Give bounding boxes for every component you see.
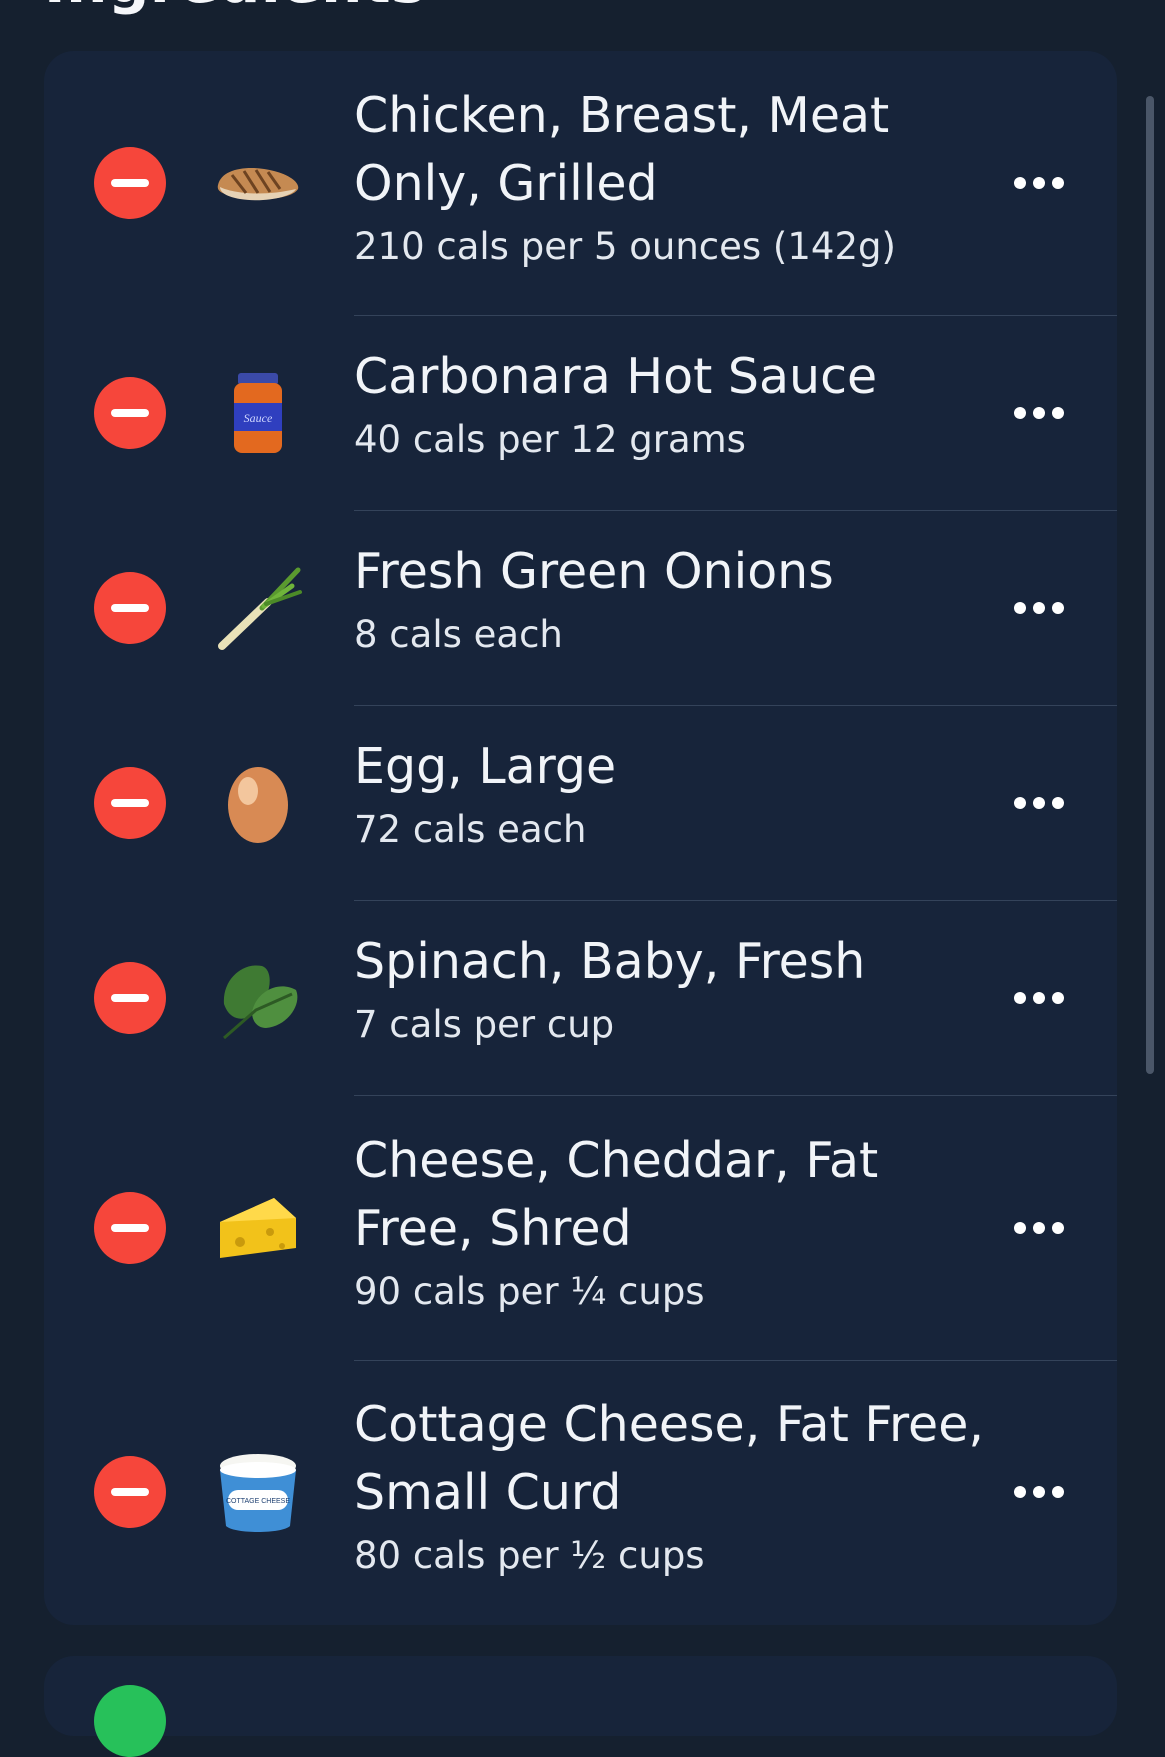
green-onion-icon: [212, 562, 304, 654]
ingredient-name: Carbonara Hot Sauce: [354, 348, 878, 405]
dot-icon: [1052, 177, 1064, 189]
dot-icon: [1014, 1486, 1026, 1498]
dot-icon: [1052, 1486, 1064, 1498]
dot-icon: [1014, 602, 1026, 614]
dot-icon: [1052, 407, 1064, 419]
remove-ingredient-button[interactable]: [94, 572, 166, 644]
ingredient-name: Cottage Cheese, Fat Free,: [354, 1396, 984, 1453]
dot-icon: [1014, 1222, 1026, 1234]
ingredient-row[interactable]: Sauce Carbonara Hot Sauce 40 cals per 12…: [44, 316, 1117, 511]
dot-icon: [1052, 797, 1064, 809]
dot-icon: [1014, 992, 1026, 1004]
dot-icon: [1052, 1222, 1064, 1234]
add-ingredient-card[interactable]: [44, 1656, 1117, 1757]
ingredient-calories: 7 cals per cup: [354, 1003, 615, 1046]
ingredient-calories: 40 cals per 12 grams: [354, 418, 746, 461]
dot-icon: [1033, 407, 1045, 419]
remove-ingredient-button[interactable]: [94, 767, 166, 839]
ingredient-name: Free, Shred: [354, 1200, 632, 1257]
scrollbar[interactable]: [1146, 96, 1154, 1074]
section-title: Ingredients: [44, 0, 426, 16]
grilled-chicken-icon: [212, 137, 304, 229]
ingredient-calories: 72 cals each: [354, 808, 587, 851]
more-options-button[interactable]: [1014, 985, 1064, 1011]
dot-icon: [1033, 177, 1045, 189]
ingredient-name: Only, Grilled: [354, 155, 658, 212]
dot-icon: [1014, 797, 1026, 809]
add-icon[interactable]: [94, 1685, 166, 1757]
cottage-cheese-tub-icon: COTTAGE CHEESE: [212, 1446, 304, 1538]
remove-ingredient-button[interactable]: [94, 1192, 166, 1264]
ingredient-row[interactable]: COTTAGE CHEESE Cottage Cheese, Fat Free,…: [44, 1361, 1117, 1625]
dot-icon: [1033, 797, 1045, 809]
ingredient-name: Egg, Large: [354, 738, 617, 795]
more-options-button[interactable]: [1014, 1215, 1064, 1241]
ingredient-calories: 90 cals per ¼ cups: [354, 1270, 705, 1313]
cheese-wedge-icon: [212, 1182, 304, 1274]
dot-icon: [1033, 1222, 1045, 1234]
dot-icon: [1052, 602, 1064, 614]
spinach-leaf-icon: [212, 952, 304, 1044]
more-options-button[interactable]: [1014, 400, 1064, 426]
ingredient-calories: 210 cals per 5 ounces (142g): [354, 225, 896, 268]
dot-icon: [1033, 1486, 1045, 1498]
dot-icon: [1014, 407, 1026, 419]
jar-label: Sauce: [244, 411, 273, 425]
dot-icon: [1033, 992, 1045, 1004]
ingredient-name: Fresh Green Onions: [354, 543, 834, 600]
sauce-jar-icon: Sauce: [212, 367, 304, 459]
tub-label: COTTAGE CHEESE: [226, 1498, 290, 1505]
ingredient-name: Cheese, Cheddar, Fat: [354, 1132, 879, 1189]
ingredient-name: Chicken, Breast, Meat: [354, 87, 890, 144]
more-options-button[interactable]: [1014, 595, 1064, 621]
dot-icon: [1033, 602, 1045, 614]
remove-ingredient-button[interactable]: [94, 377, 166, 449]
ingredients-card: Chicken, Breast, Meat Only, Grilled 210 …: [44, 51, 1117, 1625]
more-options-button[interactable]: [1014, 170, 1064, 196]
remove-ingredient-button[interactable]: [94, 1456, 166, 1528]
ingredient-name: Spinach, Baby, Fresh: [354, 933, 866, 990]
ingredient-name: Small Curd: [354, 1464, 622, 1521]
ingredient-row[interactable]: Egg, Large 72 cals each: [44, 706, 1117, 901]
dot-icon: [1014, 177, 1026, 189]
ingredient-row[interactable]: Cheese, Cheddar, Fat Free, Shred 90 cals…: [44, 1096, 1117, 1361]
more-options-button[interactable]: [1014, 1479, 1064, 1505]
more-options-button[interactable]: [1014, 790, 1064, 816]
remove-ingredient-button[interactable]: [94, 962, 166, 1034]
ingredient-calories: 8 cals each: [354, 613, 563, 656]
ingredient-calories: 80 cals per ½ cups: [354, 1534, 705, 1577]
egg-icon: [212, 757, 304, 849]
ingredient-row[interactable]: Fresh Green Onions 8 cals each: [44, 511, 1117, 706]
remove-ingredient-button[interactable]: [94, 147, 166, 219]
ingredient-row[interactable]: Spinach, Baby, Fresh 7 cals per cup: [44, 901, 1117, 1096]
ingredient-row[interactable]: Chicken, Breast, Meat Only, Grilled 210 …: [44, 51, 1117, 316]
dot-icon: [1052, 992, 1064, 1004]
